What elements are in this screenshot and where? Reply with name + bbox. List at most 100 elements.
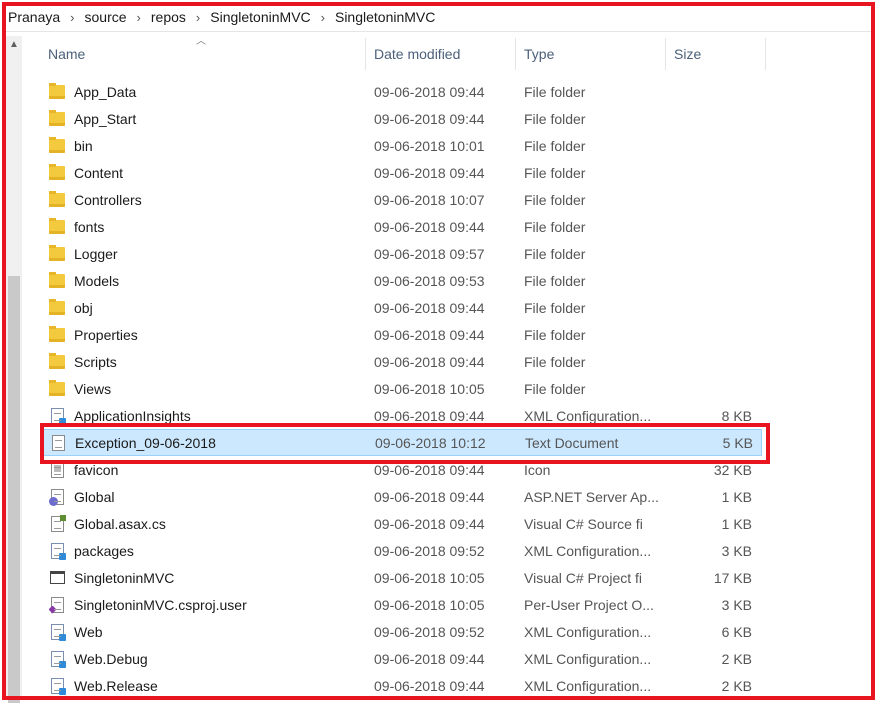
chevron-right-icon[interactable]: › — [62, 10, 82, 25]
breadcrumb-item-solution[interactable]: SingletoninMVC — [208, 9, 312, 25]
scroll-thumb[interactable] — [8, 276, 20, 703]
file-row[interactable]: Web.Release 09-06-2018 09:44 XML Configura… — [40, 672, 762, 699]
file-date: 09-06-2018 09:44 — [374, 650, 485, 667]
file-type: File folder — [524, 218, 586, 235]
file-row[interactable]: Web 09-06-2018 09:52 XML Configuration... 6… — [40, 618, 762, 645]
file-row[interactable]: SingletoninMVC.csproj.user 09-06-2018 10:… — [40, 591, 762, 618]
file-row[interactable]: Models 09-06-2018 09:53 File folder — [40, 267, 762, 294]
file-row[interactable]: Global 09-06-2018 09:44 ASP.NET Server Ap.… — [40, 483, 762, 510]
file-row[interactable]: Logger 09-06-2018 09:57 File folder — [40, 240, 762, 267]
file-row[interactable]: App_Start 09-06-2018 09:44 File folder — [40, 105, 762, 132]
file-name: packages — [74, 542, 134, 559]
column-header-size-label: Size — [674, 46, 702, 62]
file-row[interactable]: obj 09-06-2018 09:44 File folder — [40, 294, 762, 321]
file-row[interactable]: App_Data 09-06-2018 09:44 File folder — [40, 78, 762, 105]
file-name: Models — [74, 272, 120, 289]
file-name: Web.Debug — [74, 650, 148, 667]
folder-icon — [48, 190, 66, 209]
aspnet-icon — [48, 488, 66, 506]
file-row[interactable]: SingletoninMVC 09-06-2018 10:05 Visual C# … — [40, 564, 762, 591]
file-row[interactable]: Views 09-06-2018 10:05 File folder — [40, 375, 762, 402]
file-name: App_Start — [74, 110, 137, 127]
folder-icon — [48, 325, 66, 344]
vertical-scrollbar[interactable]: ▲ — [6, 36, 22, 703]
file-type: File folder — [524, 110, 586, 127]
file-name-cell: Content — [40, 163, 366, 182]
column-header: ︿ Name Date modified Type Size — [40, 36, 766, 70]
file-date: 09-06-2018 09:53 — [374, 272, 485, 289]
file-date: 09-06-2018 10:05 — [374, 380, 485, 397]
file-type: File folder — [524, 83, 586, 100]
file-row[interactable]: favicon 09-06-2018 09:44 Icon 32 KB — [40, 456, 762, 483]
file-name: ApplicationInsights — [74, 407, 191, 424]
address-divider — [6, 31, 873, 32]
file-row[interactable]: Properties 09-06-2018 09:44 File folder — [40, 321, 762, 348]
file-size: 3 KB — [721, 596, 752, 613]
favicon-icon — [48, 461, 66, 479]
chevron-right-icon[interactable]: › — [188, 10, 208, 25]
file-row[interactable]: bin 09-06-2018 10:01 File folder — [40, 132, 762, 159]
column-header-name[interactable]: ︿ Name — [40, 36, 366, 70]
file-name: Global — [74, 488, 115, 505]
file-type: File folder — [524, 299, 586, 316]
scroll-up-icon[interactable]: ▲ — [6, 36, 22, 52]
breadcrumb-item-source[interactable]: source — [83, 9, 129, 25]
file-name-cell: Global — [40, 488, 366, 506]
file-name: Web — [74, 623, 103, 640]
column-header-size[interactable]: Size — [666, 38, 766, 70]
csharp-source-icon — [48, 514, 66, 533]
file-date: 09-06-2018 09:44 — [374, 677, 485, 694]
column-header-date-label: Date modified — [374, 46, 461, 62]
folder-icon — [48, 379, 66, 398]
file-type: File folder — [524, 137, 586, 154]
sort-ascending-icon: ︿ — [196, 36, 206, 47]
file-name: Properties — [74, 326, 138, 343]
folder-icon — [48, 298, 66, 317]
file-name-cell: SingletoninMVC.csproj.user — [40, 596, 366, 614]
file-row[interactable]: fonts 09-06-2018 09:44 File folder — [40, 213, 762, 240]
file-date: 09-06-2018 10:01 — [374, 137, 485, 154]
file-date: 09-06-2018 09:52 — [374, 623, 485, 640]
file-list: App_Data 09-06-2018 09:44 File folder App_S… — [40, 78, 762, 699]
breadcrumb-item-project[interactable]: SingletoninMVC — [333, 9, 437, 25]
file-name: Exception_09-06-2018 — [75, 434, 216, 451]
file-name: Scripts — [74, 353, 117, 370]
file-date: 09-06-2018 09:44 — [374, 326, 485, 343]
file-name: Global.asax.cs — [74, 515, 166, 532]
file-name: Views — [74, 380, 112, 397]
folder-icon — [48, 136, 66, 155]
file-row[interactable]: Controllers 09-06-2018 10:07 File folder — [40, 186, 762, 213]
file-date: 09-06-2018 10:12 — [375, 434, 486, 451]
breadcrumb-item-pranaya[interactable]: Pranaya — [6, 9, 62, 25]
column-header-date[interactable]: Date modified — [366, 38, 516, 70]
file-date: 09-06-2018 09:44 — [374, 164, 485, 181]
column-header-type[interactable]: Type — [516, 38, 666, 70]
file-type: File folder — [524, 164, 586, 181]
folder-icon — [48, 271, 66, 290]
file-row[interactable]: Scripts 09-06-2018 09:44 File folder — [40, 348, 762, 375]
file-row[interactable]: Exception_09-06-2018 09-06-2018 10:12 Text… — [40, 429, 762, 456]
file-date: 09-06-2018 09:44 — [374, 515, 485, 532]
file-name: Content — [74, 164, 124, 181]
chevron-right-icon[interactable]: › — [129, 10, 149, 25]
file-row[interactable]: Web.Debug 09-06-2018 09:44 XML Configurati… — [40, 645, 762, 672]
file-row[interactable]: Global.asax.cs 09-06-2018 09:44 Visual C# … — [40, 510, 762, 537]
file-size: 32 KB — [713, 461, 752, 478]
file-date: 09-06-2018 09:44 — [374, 83, 485, 100]
csharp-project-icon — [48, 569, 66, 587]
file-type: Text Document — [525, 434, 619, 451]
file-row[interactable]: ApplicationInsights 09-06-2018 09:44 XML C… — [40, 402, 762, 429]
file-type: File folder — [524, 272, 586, 289]
file-type: XML Configuration... — [524, 650, 652, 667]
file-date: 09-06-2018 09:44 — [374, 488, 485, 505]
file-name-cell: Global.asax.cs — [40, 514, 366, 533]
chevron-right-icon[interactable]: › — [313, 10, 333, 25]
breadcrumb-item-repos[interactable]: repos — [149, 9, 188, 25]
file-row[interactable]: Content 09-06-2018 09:44 File folder — [40, 159, 762, 186]
file-type: File folder — [524, 380, 586, 397]
file-size: 5 KB — [722, 434, 753, 451]
file-name: App_Data — [74, 83, 137, 100]
file-size: 3 KB — [721, 542, 752, 559]
file-row[interactable]: packages 09-06-2018 09:52 XML Configuratio… — [40, 537, 762, 564]
file-date: 09-06-2018 09:44 — [374, 407, 485, 424]
